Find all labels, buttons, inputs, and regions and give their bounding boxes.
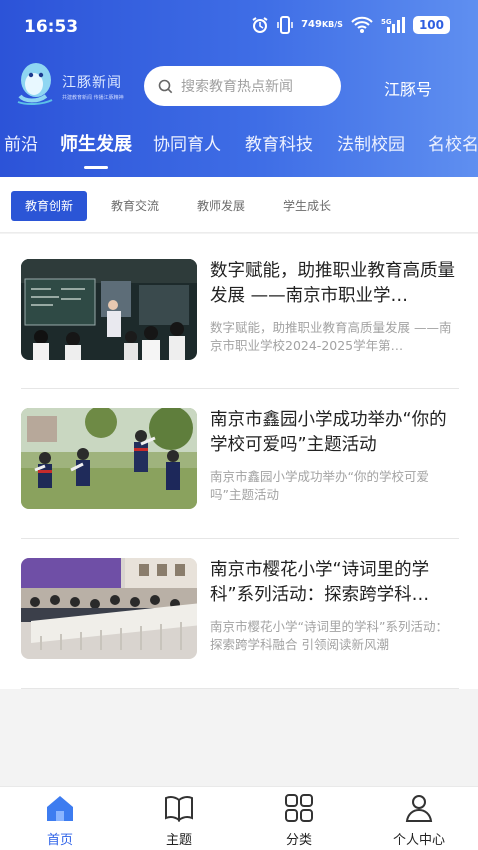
vibrate-icon xyxy=(277,16,293,34)
tab-famous-school[interactable]: 名校名 xyxy=(428,130,478,155)
tab-teacher-student[interactable]: 师生发展 xyxy=(60,130,132,156)
subtab-student-growth[interactable]: 学生成长 xyxy=(269,191,345,221)
net-speed-unit: KB/S xyxy=(321,20,343,29)
channel-button[interactable]: 江豚号 xyxy=(384,76,432,100)
signal-label: 5G xyxy=(381,18,392,26)
wifi-icon xyxy=(351,16,373,34)
status-bar: 16:53 749 KB/S 5G 100 xyxy=(0,0,478,56)
tab-frontier[interactable]: 前沿 xyxy=(4,130,38,155)
home-icon xyxy=(47,796,73,821)
status-time: 16:53 xyxy=(24,17,79,37)
article-summary: 南京市鑫园小学成功举办“你的学校可爱吗”主题活动 xyxy=(210,469,429,502)
alarm-icon xyxy=(251,16,269,34)
tab-collaborative[interactable]: 协同育人 xyxy=(153,130,221,155)
cell-signal-icon: 5G xyxy=(381,16,405,34)
active-tab-indicator xyxy=(84,166,108,169)
article-title: 数字赋能，助推职业教育高质量发展 ——南京市职业学… xyxy=(210,261,455,306)
article-item[interactable]: 数字赋能，助推职业教育高质量发展 ——南京市职业学… 数字赋能，助推职业教育高质… xyxy=(21,259,459,361)
nav-profile[interactable]: 个人中心 xyxy=(374,793,464,848)
article-divider xyxy=(21,688,459,689)
nav-categories[interactable]: 分类 xyxy=(254,793,344,848)
article-item[interactable]: 南京市鑫园小学成功举办“你的学校可爱吗”主题活动 南京市鑫园小学成功举办“你的学… xyxy=(21,408,459,510)
article-list: 数字赋能，助推职业教育高质量发展 ——南京市职业学… 数字赋能，助推职业教育高质… xyxy=(0,234,478,689)
book-icon xyxy=(165,795,193,822)
subtab-edu-innovation[interactable]: 教育创新 xyxy=(11,191,87,221)
subcategory-tabs: 教育创新 教育交流 教师发展 学生成长 xyxy=(0,177,478,233)
nav-topics-label: 主题 xyxy=(165,833,192,848)
article-thumbnail xyxy=(21,558,197,659)
nav-profile-label: 个人中心 xyxy=(392,833,445,848)
grid-icon xyxy=(285,794,313,822)
article-thumbnail xyxy=(21,259,197,360)
article-thumbnail xyxy=(21,408,197,509)
app-logo[interactable]: 江豚新闻 共建教育新闻 传播江豚精神 xyxy=(10,58,134,108)
category-tabs: 前沿 师生发展 协同育人 教育科技 法制校园 名校名 xyxy=(0,130,478,160)
net-speed: 749 KB/S xyxy=(301,19,343,30)
article-summary: 数字赋能，助推职业教育高质量发展 ——南京市职业学校2024-2025学年第… xyxy=(210,320,452,353)
subtab-edu-exchange[interactable]: 教育交流 xyxy=(97,191,173,221)
nav-home-label: 首页 xyxy=(46,833,73,848)
net-speed-value: 749 xyxy=(301,19,322,30)
article-summary: 南京市樱花小学“诗词里的学科”系列活动：探索跨学科融合 引领阅读新风潮 xyxy=(210,619,448,652)
tab-edu-tech[interactable]: 教育科技 xyxy=(245,130,313,155)
search-bar[interactable]: 搜索教育热点新闻 xyxy=(144,66,341,106)
logo-title: 江豚新闻 xyxy=(62,75,122,91)
dolphin-logo-icon xyxy=(17,63,53,106)
search-placeholder: 搜索教育热点新闻 xyxy=(181,79,293,95)
battery-indicator: 100 xyxy=(412,16,450,34)
nav-topics[interactable]: 主题 xyxy=(134,793,224,848)
logo-tagline: 共建教育新闻 传播江豚精神 xyxy=(62,95,124,101)
article-divider xyxy=(21,388,459,389)
search-icon xyxy=(158,79,173,93)
bottom-navigation: 首页 主题 分类 个人中心 xyxy=(0,786,478,850)
tab-legal-campus[interactable]: 法制校园 xyxy=(337,130,405,155)
nav-home[interactable]: 首页 xyxy=(15,793,105,848)
article-divider xyxy=(21,538,459,539)
article-title: 南京市樱花小学“诗词里的学科”系列活动：探索跨学科… xyxy=(210,560,430,605)
subtab-teacher-dev[interactable]: 教师发展 xyxy=(183,191,259,221)
article-item[interactable]: 南京市樱花小学“诗词里的学科”系列活动：探索跨学科… 南京市樱花小学“诗词里的学… xyxy=(21,558,459,660)
app-header: 16:53 749 KB/S 5G 100 江豚新闻 共建教育新闻 传播江豚精神… xyxy=(0,0,478,177)
article-title: 南京市鑫园小学成功举办“你的学校可爱吗”主题活动 xyxy=(210,410,447,455)
status-icons: 749 KB/S 5G 100 xyxy=(251,16,450,34)
user-icon xyxy=(405,795,433,822)
nav-categories-label: 分类 xyxy=(285,833,312,848)
